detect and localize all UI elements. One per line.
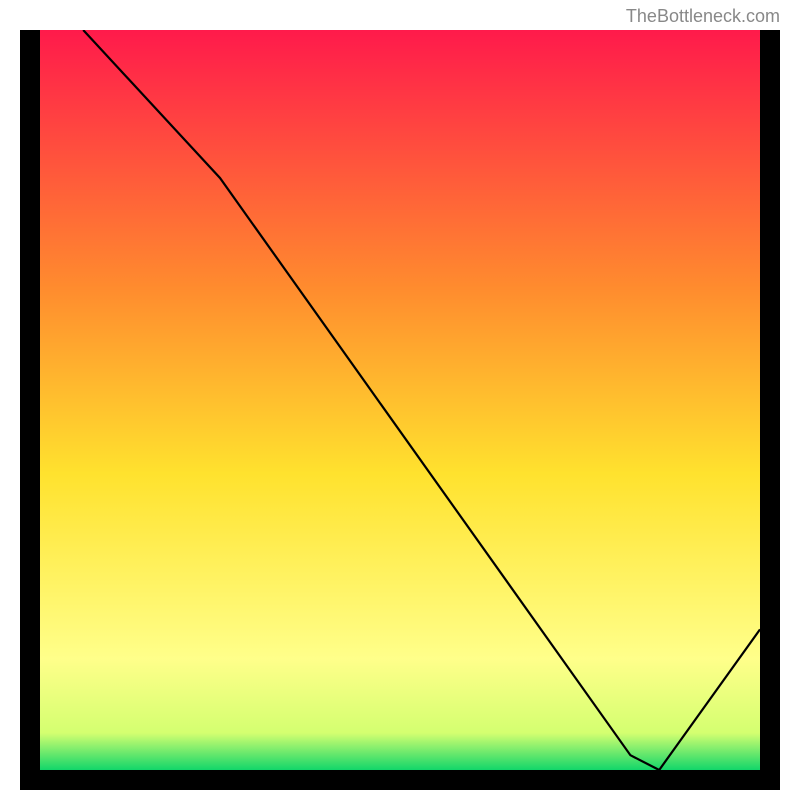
watermark-text: TheBottleneck.com (626, 6, 780, 27)
chart-frame (20, 30, 780, 790)
chart-svg (40, 30, 760, 770)
chart-container: TheBottleneck.com (0, 0, 800, 800)
chart-plot-area (40, 30, 760, 770)
chart-background (40, 30, 760, 770)
